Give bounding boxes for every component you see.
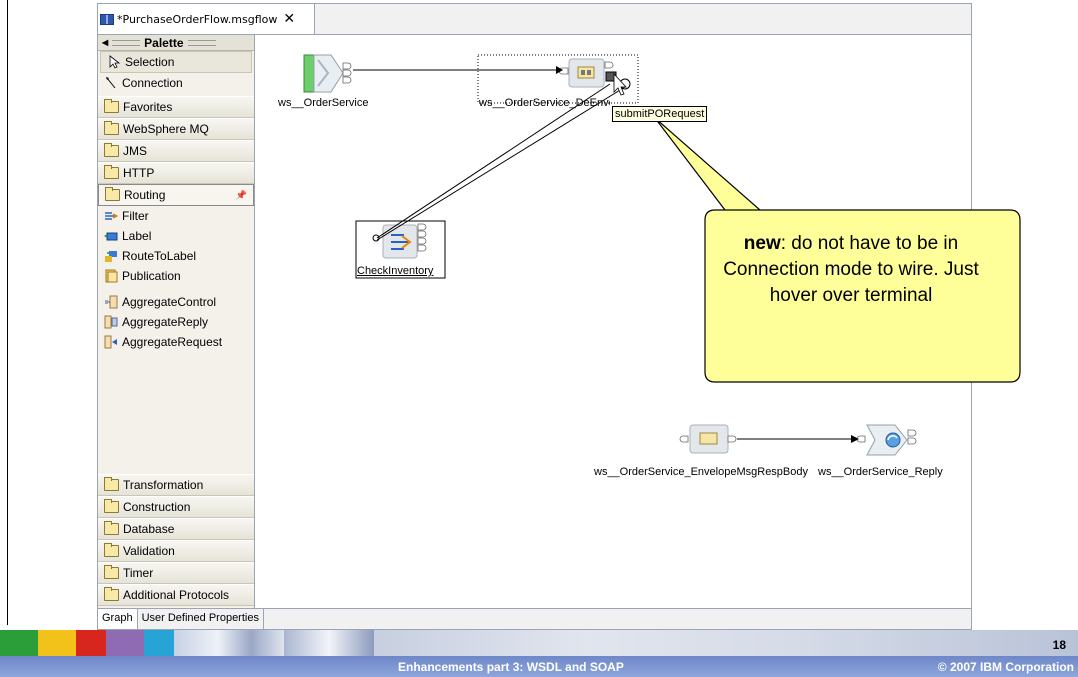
- envelope-resp-node[interactable]: [679, 424, 737, 454]
- node-label-deenvelope: ws__OrderService_DeEnvelopeMsgBody: [479, 97, 610, 109]
- slide-footer: 18 Enhancements part 3: WSDL and SOAP © …: [0, 630, 1078, 677]
- callout-bold: new: [743, 233, 781, 254]
- input-node[interactable]: [303, 54, 352, 93]
- footer-block: [144, 630, 174, 656]
- footer-color-strip: [0, 630, 1078, 656]
- reply-node[interactable]: [856, 424, 917, 456]
- footer-photo-strip: [284, 630, 374, 656]
- footer-block: [76, 630, 106, 656]
- footer-gradient-strip: [374, 630, 1078, 656]
- footer-photo-strip: [174, 630, 284, 656]
- checkinventory-node[interactable]: [372, 223, 427, 259]
- footer-block: [38, 630, 76, 656]
- node-label-checkinventory: CheckInventory: [357, 265, 434, 277]
- terminal-tooltip: submitPORequest: [612, 106, 708, 122]
- footer-title: Enhancements part 3: WSDL and SOAP: [398, 660, 624, 674]
- footer-copyright: © 2007 IBM Corporation: [937, 660, 1074, 674]
- footer-block: [106, 630, 144, 656]
- footer-block: [0, 630, 38, 656]
- mouse-cursor-icon: [613, 72, 627, 96]
- page-number: 18: [1052, 638, 1066, 652]
- callout-text: new: do not have to be in Connection mod…: [715, 231, 987, 309]
- node-label-reply: ws__OrderService_Reply: [818, 466, 943, 478]
- node-label-input: ws__OrderService: [278, 97, 369, 109]
- node-label-envelope-resp: ws__OrderService_EnvelopeMsgRespBody: [594, 466, 808, 478]
